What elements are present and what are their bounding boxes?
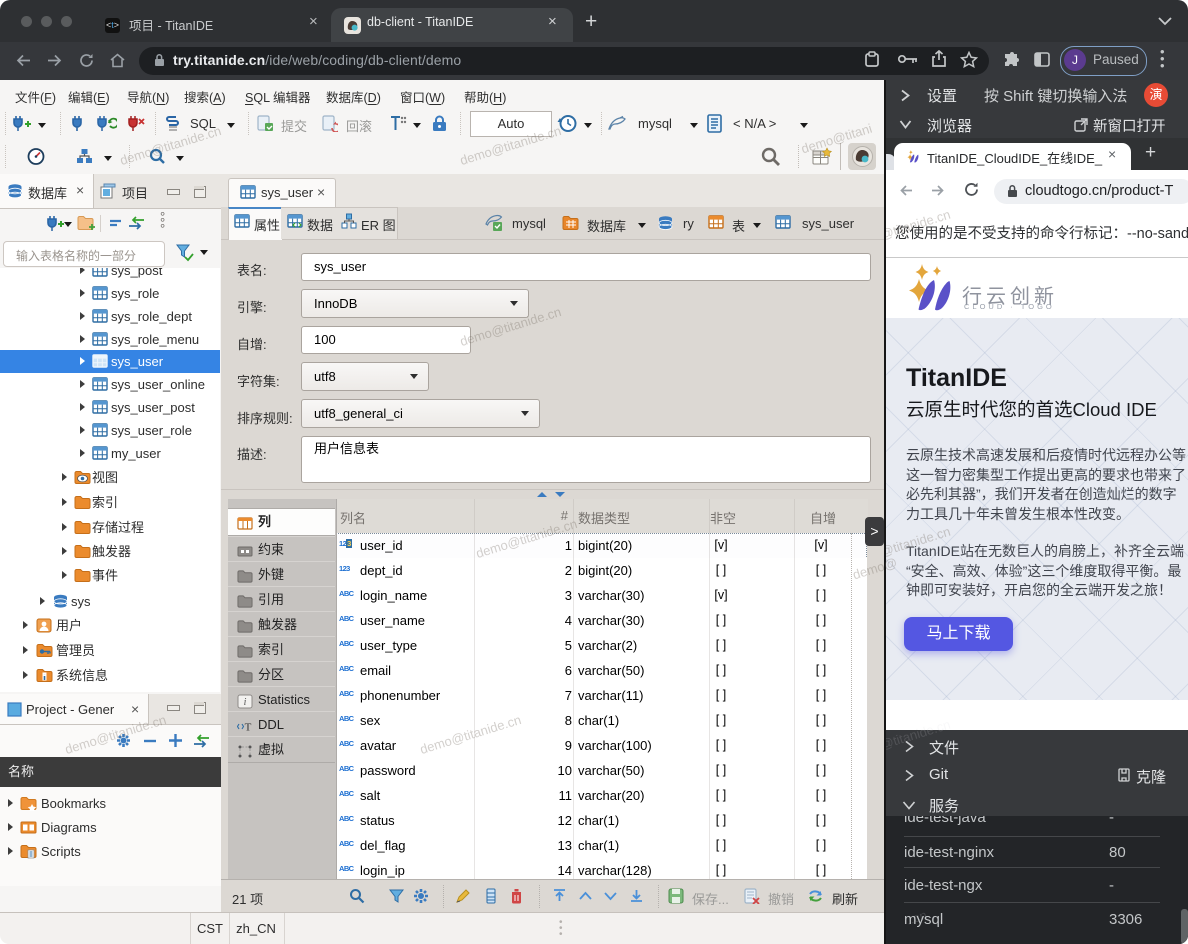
svg-text:T: T [245, 722, 252, 734]
svg-text:i: i [244, 697, 247, 708]
